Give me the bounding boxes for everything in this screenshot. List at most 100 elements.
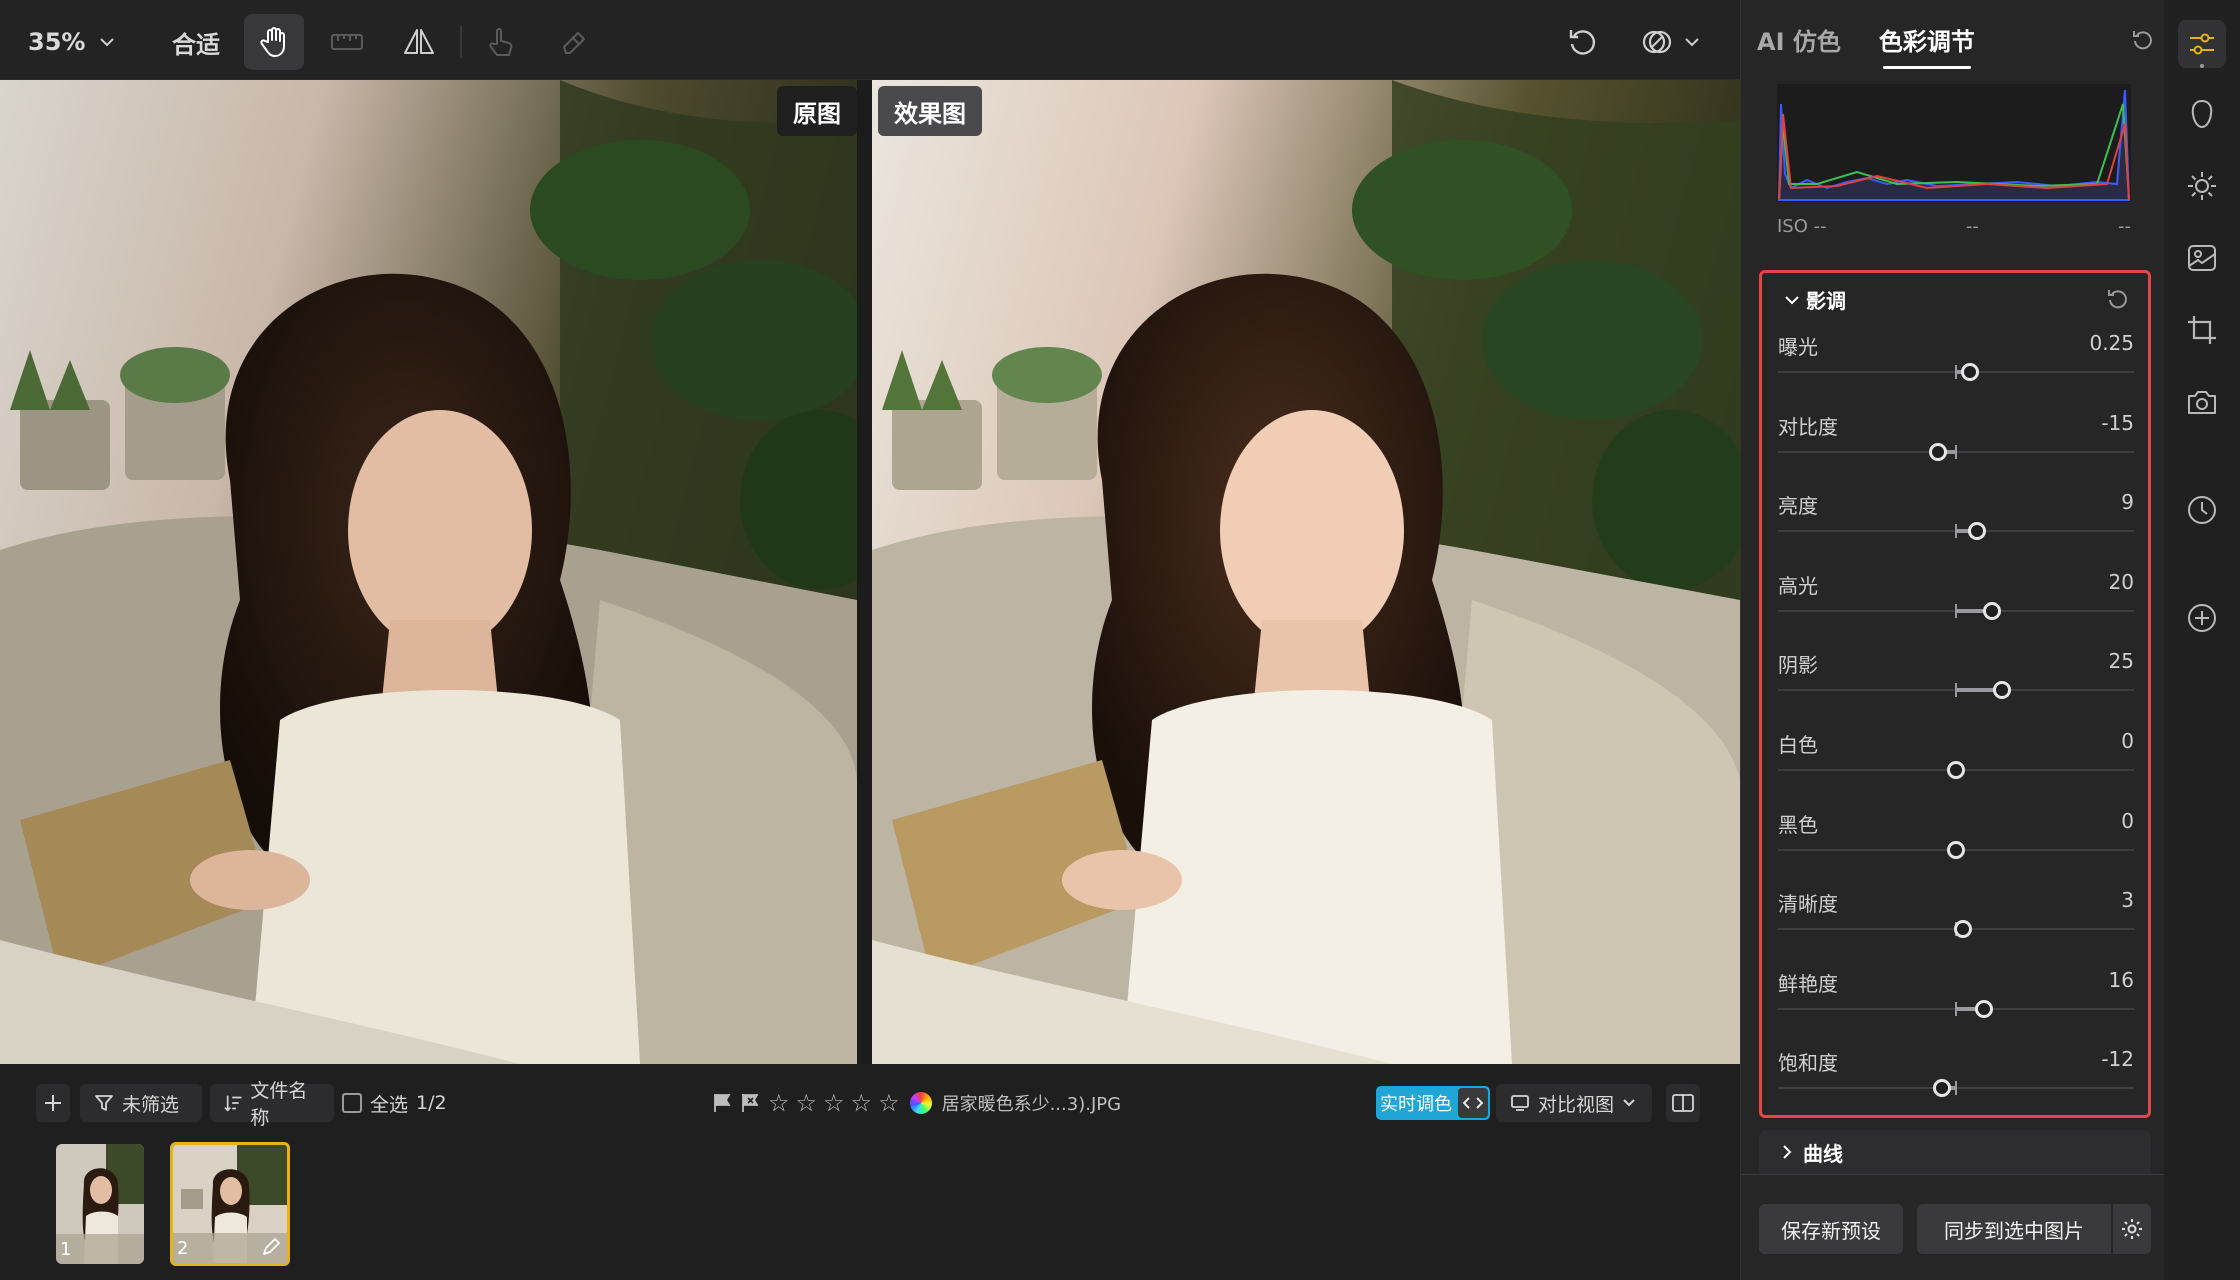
flag-icon[interactable] bbox=[712, 1092, 734, 1114]
overlay-icon bbox=[1642, 30, 1672, 54]
sync-settings-button[interactable] bbox=[2113, 1204, 2151, 1254]
panel-divider bbox=[1741, 1174, 2165, 1175]
code-icon bbox=[1458, 1088, 1488, 1118]
rail-image-edit[interactable] bbox=[2178, 234, 2226, 282]
slider-knob[interactable] bbox=[1982, 601, 2001, 620]
slider-center-tick bbox=[1955, 365, 1957, 379]
slider-value[interactable]: 3 bbox=[2121, 888, 2134, 912]
select-all-checkbox[interactable] bbox=[342, 1093, 362, 1113]
effect-image-pane[interactable]: 效果图 bbox=[872, 80, 1740, 1064]
slider-knob[interactable] bbox=[1975, 999, 1994, 1018]
monitor-icon bbox=[1511, 1095, 1529, 1111]
slider-knob[interactable] bbox=[1954, 920, 1973, 939]
fit-button[interactable]: 合适 bbox=[160, 14, 232, 70]
reject-flag-icon[interactable] bbox=[740, 1092, 762, 1114]
gear-icon bbox=[2122, 1219, 2142, 1239]
thumbnail-1[interactable]: 1 bbox=[56, 1144, 144, 1264]
slider-value[interactable]: -15 bbox=[2101, 411, 2134, 435]
save-preset-button[interactable]: 保存新预设 bbox=[1759, 1204, 1903, 1254]
eraser-icon bbox=[563, 32, 585, 54]
star-icon[interactable]: ☆ bbox=[768, 1091, 790, 1115]
split-view-button[interactable] bbox=[1666, 1084, 1700, 1122]
rail-crop[interactable] bbox=[2178, 306, 2226, 354]
zoom-dropdown[interactable]: 35% bbox=[28, 14, 128, 70]
reset-icon bbox=[2133, 31, 2152, 50]
tab-color-adjust[interactable]: 色彩调节 bbox=[1879, 22, 1975, 69]
chevron-down-icon bbox=[1785, 295, 1799, 304]
slider-knob[interactable] bbox=[1932, 1079, 1951, 1098]
slider-row: 亮度 9 bbox=[1778, 490, 2134, 570]
overlay-dropdown[interactable] bbox=[1628, 14, 1712, 70]
slider-label: 鲜艳度 bbox=[1778, 971, 1838, 996]
face-outline-icon bbox=[2191, 99, 2213, 129]
panel-reset-button[interactable] bbox=[2131, 28, 2155, 56]
rail-light[interactable] bbox=[2178, 162, 2226, 210]
effect-photo bbox=[872, 80, 1740, 1064]
sort-label: 文件名称 bbox=[250, 1080, 308, 1129]
slider-value[interactable]: 0 bbox=[2121, 729, 2134, 753]
effect-label: 效果图 bbox=[878, 86, 982, 136]
eraser-tool-button[interactable] bbox=[548, 14, 602, 70]
rail-history[interactable] bbox=[2178, 486, 2226, 534]
rail-add[interactable] bbox=[2178, 594, 2226, 642]
original-image-pane[interactable]: 原图 bbox=[0, 80, 857, 1064]
ruler-tool-button[interactable] bbox=[320, 14, 374, 70]
sort-button[interactable]: 文件名称 bbox=[210, 1080, 334, 1129]
tab-ai-color-match[interactable]: AI 仿色 bbox=[1757, 22, 1841, 57]
top-toolbar: 35% 合适 bbox=[0, 0, 1740, 80]
filter-button[interactable]: 未筛选 bbox=[80, 1084, 202, 1122]
tone-reset-button[interactable] bbox=[2106, 287, 2130, 315]
exif-info-row: ISO -- -- -- bbox=[1777, 216, 2131, 237]
slider-value[interactable]: 0 bbox=[2121, 809, 2134, 833]
slider-value[interactable]: 25 bbox=[2109, 649, 2134, 673]
touch-tool-button[interactable] bbox=[474, 14, 528, 70]
tone-section-header[interactable]: 影调 bbox=[1784, 285, 1846, 314]
slider-value[interactable]: -12 bbox=[2101, 1047, 2134, 1071]
filter-label: 未筛选 bbox=[122, 1093, 180, 1116]
add-image-button[interactable] bbox=[36, 1084, 70, 1122]
slider-knob[interactable] bbox=[1968, 522, 1987, 541]
original-photo bbox=[0, 80, 857, 1064]
sync-to-selected-button[interactable]: 同步到选中图片 bbox=[1917, 1204, 2111, 1254]
thumbnail-2[interactable]: 2 bbox=[170, 1142, 290, 1266]
star-icon[interactable]: ☆ bbox=[796, 1091, 818, 1115]
slider-value[interactable]: 0.25 bbox=[2089, 331, 2134, 355]
chevron-down-icon bbox=[1685, 38, 1699, 47]
slider-knob[interactable] bbox=[1947, 840, 1965, 859]
sort-icon bbox=[224, 1095, 242, 1112]
undo-button[interactable] bbox=[1556, 14, 1610, 70]
touch-hand-icon bbox=[489, 28, 513, 56]
tool-rail bbox=[2164, 0, 2240, 1280]
hand-tool-button[interactable] bbox=[244, 14, 304, 70]
slider-center-tick bbox=[1955, 683, 1957, 698]
select-all-control[interactable]: 全选 1/2 bbox=[342, 1084, 447, 1122]
rail-color-adjust[interactable] bbox=[2178, 20, 2226, 68]
slider-value[interactable]: 20 bbox=[2109, 570, 2134, 594]
slider-value[interactable]: 9 bbox=[2121, 490, 2134, 514]
compare-view-dropdown[interactable]: 对比视图 bbox=[1496, 1084, 1652, 1122]
live-adjust-label: 实时调色 bbox=[1380, 1094, 1452, 1115]
select-all-label: 全选 bbox=[370, 1093, 409, 1116]
flip-icon bbox=[404, 29, 434, 54]
slider-center-tick bbox=[1955, 1001, 1957, 1016]
slider-value[interactable]: 16 bbox=[2109, 968, 2134, 992]
slider-knob[interactable] bbox=[1993, 681, 2012, 700]
slider-knob[interactable] bbox=[1961, 363, 1980, 381]
slider-knob[interactable] bbox=[1947, 761, 1965, 779]
star-icon[interactable]: ☆ bbox=[878, 1091, 900, 1115]
rail-portrait[interactable] bbox=[2178, 90, 2226, 138]
funnel-icon bbox=[95, 1095, 113, 1111]
slider-knob[interactable] bbox=[1929, 442, 1948, 461]
live-adjust-toggle[interactable]: 实时调色 bbox=[1376, 1086, 1490, 1120]
color-label-icon[interactable] bbox=[909, 1092, 932, 1114]
slider-row: 饱和度 -12 bbox=[1778, 1047, 2134, 1127]
star-icon[interactable]: ☆ bbox=[823, 1091, 845, 1115]
rail-camera[interactable] bbox=[2178, 378, 2226, 426]
select-count: 1/2 bbox=[416, 1092, 447, 1114]
chevron-down-icon bbox=[1623, 1099, 1635, 1107]
star-icon[interactable]: ☆ bbox=[851, 1091, 873, 1115]
adjust-panel: AI 仿色 色彩调节 ISO -- -- -- 影调 曝光 0.25 对比度 -15 亮… bbox=[1740, 0, 2165, 1280]
flip-button[interactable] bbox=[392, 14, 446, 70]
exif-right: -- bbox=[2118, 216, 2131, 237]
curve-section-header[interactable]: 曲线 bbox=[1759, 1130, 2151, 1174]
